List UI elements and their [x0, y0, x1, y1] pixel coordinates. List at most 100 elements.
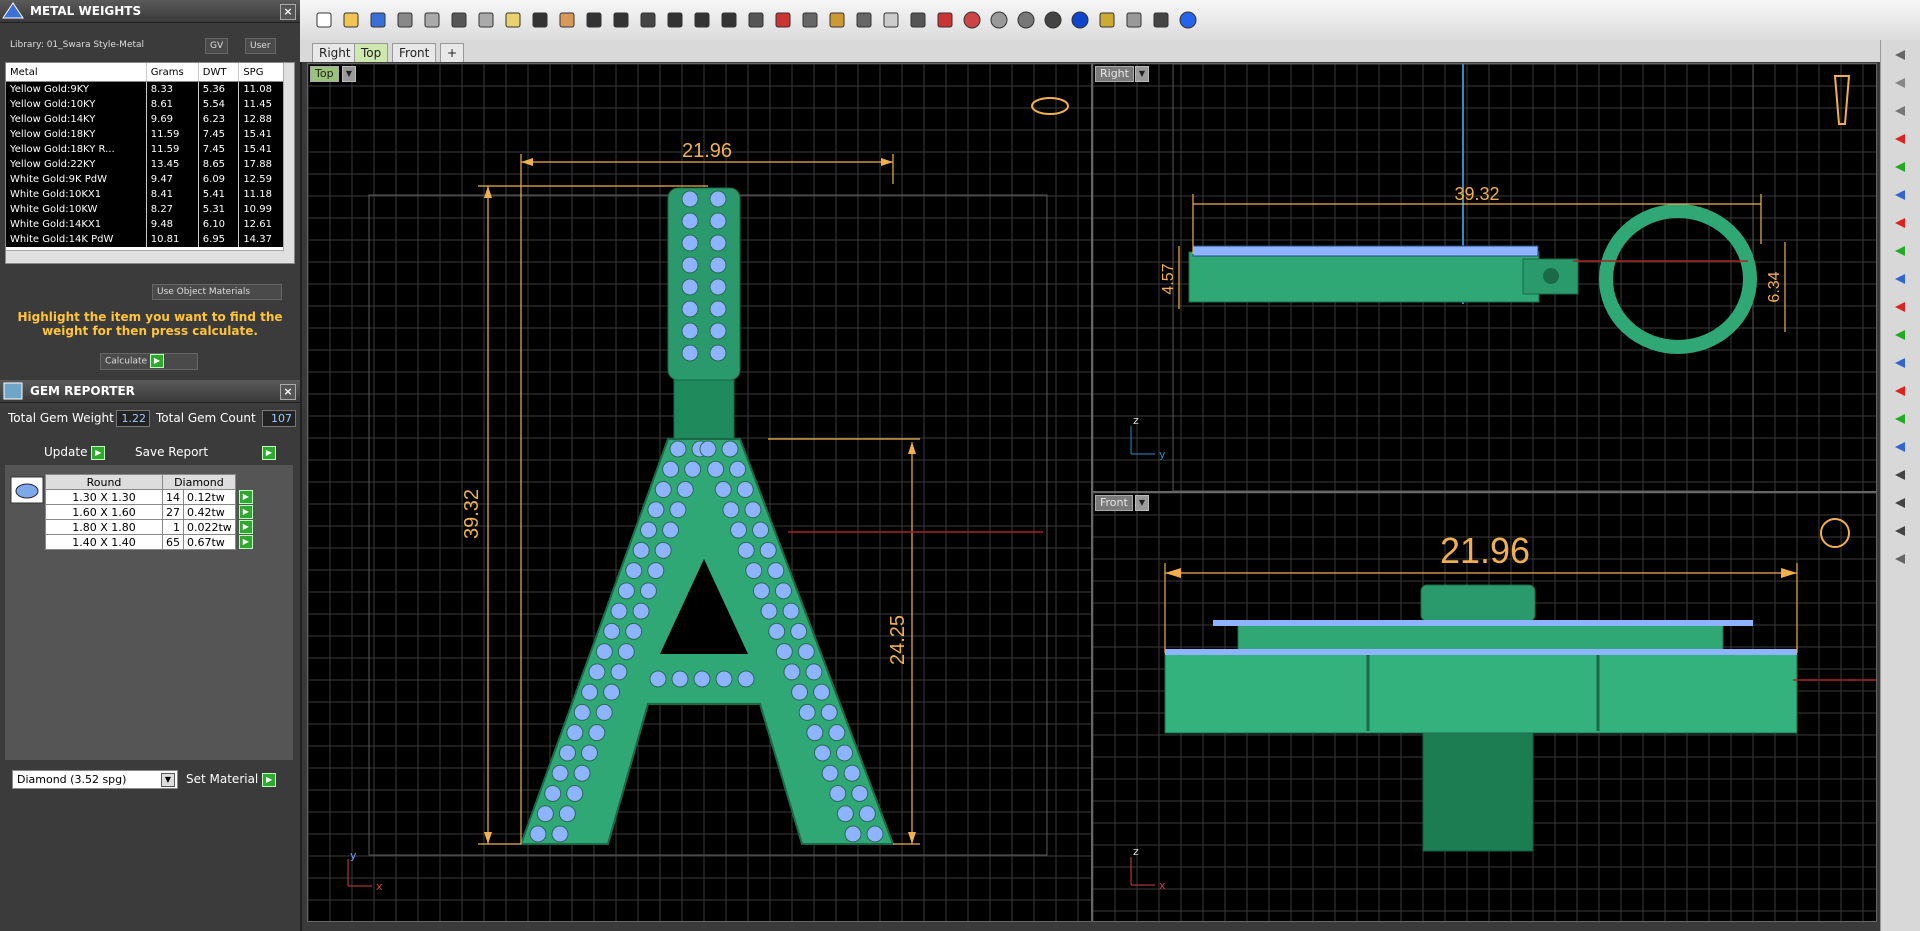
right-viewport-label[interactable]: Right: [1095, 66, 1134, 82]
new-file-icon[interactable]: [314, 10, 334, 30]
settings-gear-icon[interactable]: [1124, 10, 1144, 30]
light-bulb-icon[interactable]: [881, 10, 901, 30]
select-gem-icon[interactable]: ▶: [238, 520, 253, 534]
render-icon[interactable]: [800, 10, 820, 30]
shaded-sphere-icon[interactable]: [1016, 10, 1036, 30]
arrow-left-icon[interactable]: [1893, 216, 1909, 230]
arrow-upleft-icon[interactable]: [1893, 188, 1909, 202]
four-view-icon[interactable]: [746, 10, 766, 30]
tab-right[interactable]: Right: [312, 43, 358, 62]
arrow-upgreen-icon[interactable]: [1893, 412, 1909, 426]
front-viewport-label[interactable]: Front: [1095, 495, 1133, 511]
help-icon[interactable]: [1178, 10, 1198, 30]
move-icon[interactable]: [584, 10, 604, 30]
lock-icon[interactable]: [908, 10, 928, 30]
table-row[interactable]: Yellow Gold:18KY R... 11.59 7.45 15.41: [6, 142, 286, 157]
zoom-selected-icon[interactable]: [692, 10, 712, 30]
record-icon[interactable]: [827, 10, 847, 30]
ring-view-icon[interactable]: [1031, 97, 1069, 115]
select-gem-icon[interactable]: ▶: [238, 535, 253, 549]
highlight-icon[interactable]: [1097, 10, 1117, 30]
right-view-canvas[interactable]: 39.32 4.57 6.34 z y: [1093, 64, 1876, 491]
blue-sphere-icon[interactable]: [1070, 10, 1090, 30]
pan-hand-icon[interactable]: [557, 10, 577, 30]
eraser-icon[interactable]: [1893, 552, 1909, 566]
arrow-up-icon[interactable]: [1893, 160, 1909, 174]
chevron-down-icon[interactable]: ▼: [1135, 66, 1149, 82]
column-header[interactable]: DWT: [198, 63, 240, 82]
layers-icon[interactable]: [935, 10, 955, 30]
table-row[interactable]: Yellow Gold:10KY 8.61 5.54 11.45: [6, 97, 286, 112]
calculate-button[interactable]: Calculate ▶: [100, 353, 198, 370]
arrow-shrink-icon[interactable]: [1893, 384, 1909, 398]
arrow-updown-icon[interactable]: [1893, 328, 1909, 342]
top-viewport[interactable]: 21.96 39.32 24.25 y x Top ▼: [307, 63, 1092, 922]
table-row[interactable]: White Gold:9K PdW 9.47 6.09 12.59: [6, 172, 286, 187]
ring-front-view-icon[interactable]: [1820, 518, 1850, 548]
car-render-icon[interactable]: [773, 10, 793, 30]
sphere-icon[interactable]: [1893, 104, 1909, 118]
select-gem-icon[interactable]: ▶: [238, 490, 253, 504]
rotate-view-icon[interactable]: [719, 10, 739, 30]
arrow-downblue-icon[interactable]: [1893, 440, 1909, 454]
table-row[interactable]: Yellow Gold:18KY 11.59 7.45 15.41: [6, 127, 286, 142]
display-icon[interactable]: [1893, 48, 1909, 62]
color-wheel-icon[interactable]: [962, 10, 982, 30]
gv-toggle[interactable]: GV: [205, 38, 229, 54]
front-view-canvas[interactable]: 21.96 z x: [1093, 493, 1876, 921]
open-folder-icon[interactable]: [341, 10, 361, 30]
close-icon[interactable]: ×: [280, 4, 296, 20]
chevron-down-icon[interactable]: ▼: [342, 66, 356, 82]
top-viewport-label[interactable]: Top: [310, 66, 339, 82]
cut-icon[interactable]: [449, 10, 469, 30]
save-icon[interactable]: [368, 10, 388, 30]
print-icon[interactable]: [395, 10, 415, 30]
save-report-button[interactable]: Save Report ▶: [135, 445, 276, 460]
horizontal-scrollbar[interactable]: [6, 250, 284, 263]
arrow-down-icon[interactable]: [1893, 244, 1909, 258]
table-row[interactable]: White Gold:10KX1 8.41 5.41 11.18: [6, 187, 286, 202]
table-row[interactable]: White Gold:14K PdW 10.81 6.95 14.37: [6, 232, 286, 247]
set-material-button[interactable]: Set Material ▶: [186, 772, 277, 787]
curve-tool-icon[interactable]: [1893, 468, 1909, 482]
top-view-canvas[interactable]: 21.96 39.32 24.25 y x: [308, 64, 1091, 921]
table-row[interactable]: Yellow Gold:9KY 8.33 5.36 11.08: [6, 81, 286, 97]
column-header[interactable]: SPG: [238, 63, 286, 82]
pendant-view-icon[interactable]: [1833, 75, 1851, 125]
grid-toggle-icon[interactable]: [1151, 10, 1171, 30]
metal-weights-table[interactable]: Metal Grams DWT SPG Yellow Gold:9KY 8.33 5.36…: [5, 62, 295, 264]
arrow-downleft-icon[interactable]: [1893, 272, 1909, 286]
update-button[interactable]: Update ▶: [44, 445, 106, 460]
gem-row[interactable]: 1.40 X 1.40 65 0.67tw ▶: [45, 534, 257, 550]
column-header[interactable]: Metal: [6, 63, 147, 82]
object-snap-icon[interactable]: [854, 10, 874, 30]
table-row[interactable]: White Gold:14KX1 9.48 6.10 12.61: [6, 217, 286, 232]
line-tool-icon[interactable]: [1893, 496, 1909, 510]
table-row[interactable]: Yellow Gold:22KY 13.45 8.65 17.88: [6, 157, 286, 172]
paste-icon[interactable]: [503, 10, 523, 30]
table-row[interactable]: Yellow Gold:14KY 9.69 6.23 12.88: [6, 112, 286, 127]
add-view-tab[interactable]: +: [440, 43, 465, 62]
copy-icon[interactable]: [476, 10, 496, 30]
close-icon[interactable]: ×: [280, 384, 296, 400]
arrow-leftright-icon[interactable]: [1893, 300, 1909, 314]
gem-row[interactable]: 1.60 X 1.60 27 0.42tw ▶: [45, 504, 257, 520]
arrow-right-icon[interactable]: [1893, 132, 1909, 146]
right-viewport[interactable]: 39.32 4.57 6.34 z y Right ▼: [1092, 63, 1877, 492]
table-row[interactable]: White Gold:10KW 8.27 5.31 10.99: [6, 202, 286, 217]
select-gem-icon[interactable]: ▶: [238, 505, 253, 519]
material-select[interactable]: Diamond (3.52 spg) ▼: [12, 770, 178, 789]
export-icon[interactable]: [422, 10, 442, 30]
measure-tool-icon[interactable]: [1893, 524, 1909, 538]
zoom-window-icon[interactable]: [638, 10, 658, 30]
light-icon[interactable]: [1893, 76, 1909, 90]
gem-row[interactable]: 1.80 X 1.80 1 0.022tw ▶: [45, 519, 257, 535]
chevron-down-icon[interactable]: ▼: [1135, 495, 1149, 511]
arrow-scale-icon[interactable]: [1893, 356, 1909, 370]
render-sphere-icon[interactable]: [1043, 10, 1063, 30]
zoom-extents-icon[interactable]: [665, 10, 685, 30]
undo-icon[interactable]: [530, 10, 550, 30]
gem-row[interactable]: 1.30 X 1.30 14 0.12tw ▶: [45, 489, 257, 505]
front-viewport[interactable]: 21.96 z x Front ▼: [1092, 492, 1877, 922]
tab-front[interactable]: Front: [392, 43, 437, 62]
